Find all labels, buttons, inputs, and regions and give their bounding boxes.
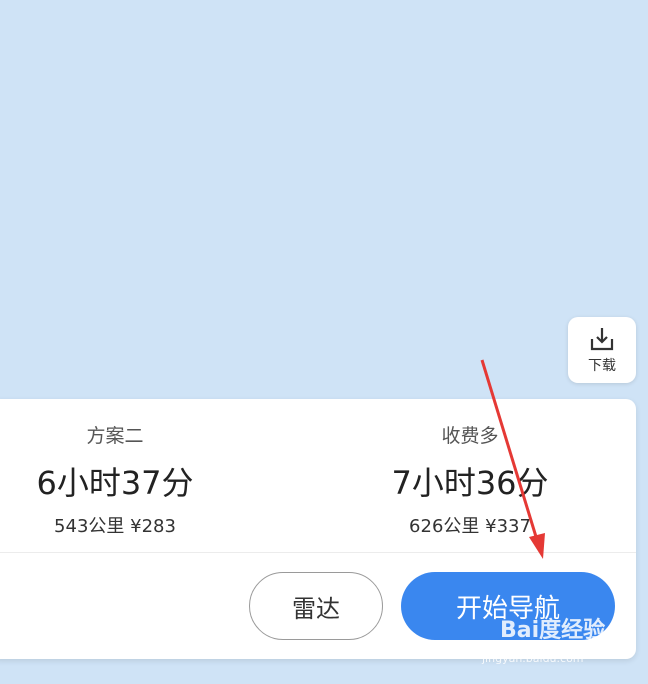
route-distance: 626公里 <box>409 516 480 537</box>
route-toll-cost: ¥283 <box>130 516 176 537</box>
route-duration: 6小时37分 <box>36 464 194 502</box>
divider <box>0 552 636 553</box>
watermark-url: jingyan.baidu.com <box>482 652 584 665</box>
route-option-3[interactable]: 收费多 7小时36分 626公里 ¥337 <box>370 421 570 538</box>
route-distance: 543公里 <box>54 516 125 537</box>
route-meta: 626公里 ¥337 <box>370 512 570 538</box>
route-toll-cost: ¥337 <box>485 516 531 537</box>
route-duration: 7小时36分 <box>391 464 549 502</box>
radar-button[interactable]: 雷达 <box>249 572 383 640</box>
route-name: 方案二 <box>86 425 144 447</box>
route-option-2[interactable]: 方案二 6小时37分 543公里 ¥283 <box>15 421 215 538</box>
offline-download-button[interactable]: 下载 <box>568 317 636 383</box>
route-meta: 543公里 ¥283 <box>15 512 215 538</box>
download-label: 下载 <box>588 358 616 374</box>
download-icon <box>590 328 614 351</box>
watermark-logo: Bai度经验 <box>500 618 606 643</box>
route-name: 收费多 <box>441 425 499 447</box>
